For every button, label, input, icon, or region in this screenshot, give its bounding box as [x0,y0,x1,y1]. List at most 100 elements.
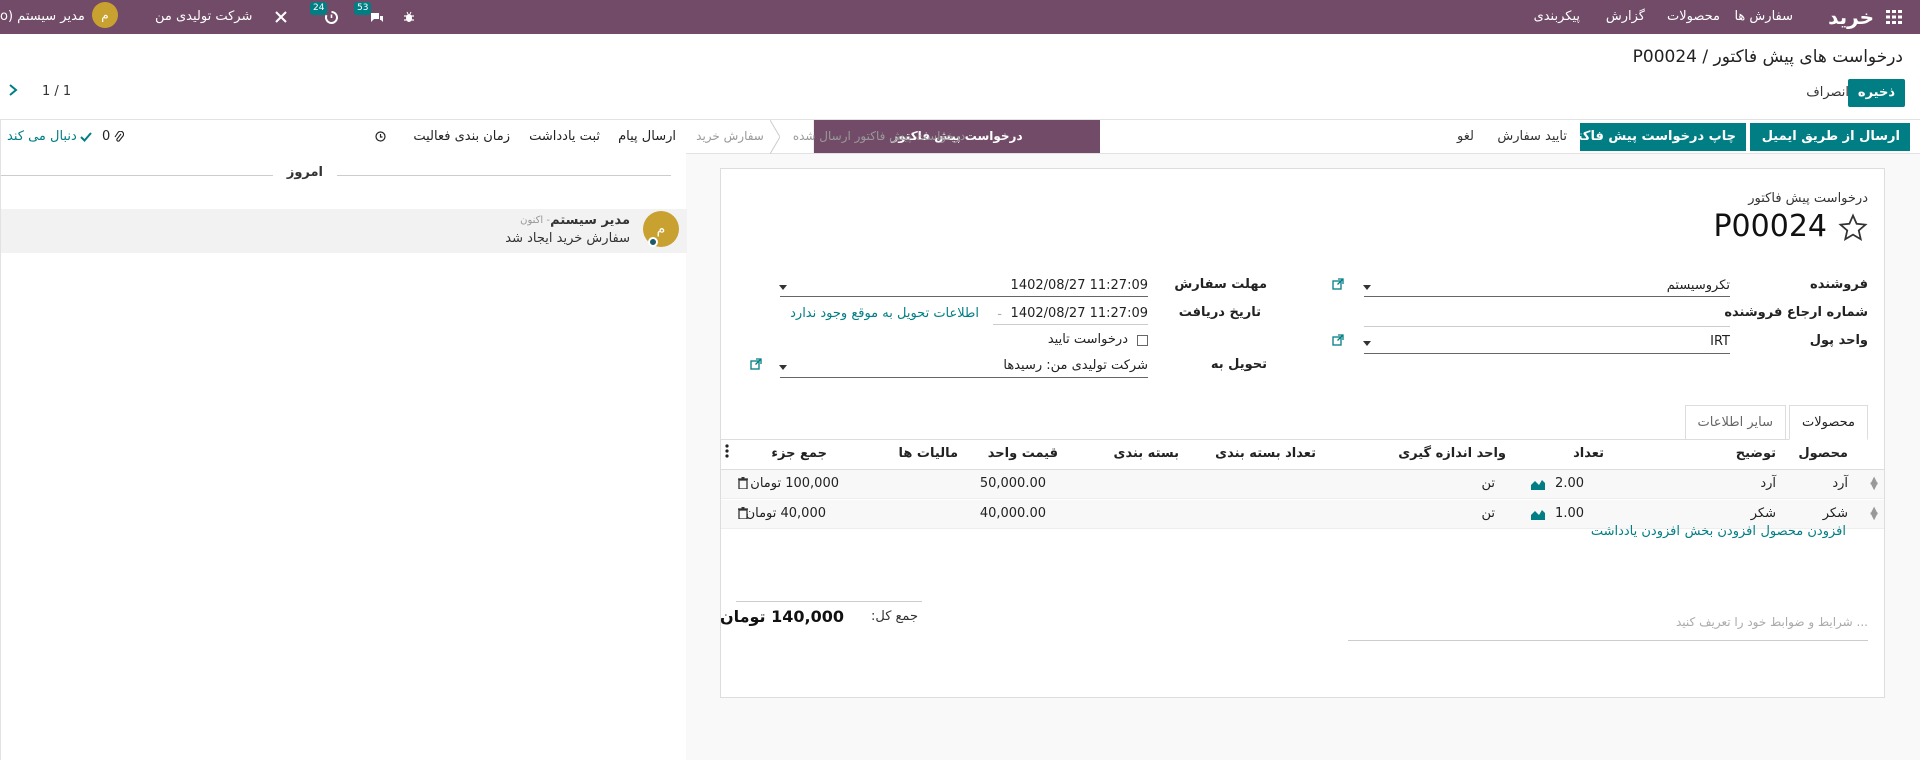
star-icon[interactable] [1838,213,1868,247]
po-number: P00024 [1713,209,1827,244]
line-description[interactable]: آرد [1760,476,1776,491]
tab-other-info[interactable]: سایر اطلاعات [1684,405,1786,440]
stage-purchase-order[interactable]: سفارش خرید [690,120,770,153]
user-menu[interactable]: مدیر سیستم (o [0,0,85,34]
vendor-label: فروشنده [1810,277,1868,292]
line-product[interactable]: شکر [1823,506,1848,521]
line-quantity[interactable]: 2.00 [1555,476,1584,491]
chevron-right-icon[interactable] [8,82,18,101]
breadcrumb[interactable]: درخواست های پیش فاکتور / P00024 [1633,47,1903,67]
date-separator: امروز [272,165,337,180]
apps-menu-icon[interactable] [1886,0,1902,34]
deliver-to-external-link-icon[interactable] [750,358,762,373]
drag-handle-icon[interactable]: ▲ ▼ [1870,476,1878,492]
menu-orders[interactable]: سفارش ها [1734,0,1793,34]
bug-icon[interactable] [398,0,420,34]
tab-products[interactable]: محصولات [1789,405,1868,440]
schedule-activity-button[interactable]: زمان بندی فعالیت [413,129,510,144]
trash-icon[interactable] [738,477,748,493]
column-options-icon[interactable] [725,444,729,462]
receipt-dash: - [997,307,1002,322]
form-sheet: درخواست پیش فاکتور P00024 فروشنده تکروسی… [720,168,1885,698]
message-author[interactable]: مدیر سیستم [550,213,630,228]
col-packaging-qty[interactable]: تعداد بسته بندی [1215,446,1316,461]
log-note-button[interactable]: ثبت یادداشت [529,129,600,144]
drag-handle-icon[interactable]: ▲ ▼ [1870,506,1878,522]
confirmation-checkbox[interactable] [1137,335,1148,346]
vendor-reference-input[interactable] [1364,326,1730,327]
tools-icon[interactable] [270,0,292,34]
clock-icon [375,131,386,146]
deliver-to-label: تحویل به [1210,357,1267,372]
col-uom[interactable]: واحد اندازه گیری [1398,446,1506,461]
col-description[interactable]: توضیح [1736,446,1776,461]
cancel-button[interactable]: لغو [1447,123,1484,151]
line-uom[interactable]: تن [1481,476,1495,491]
pager-value[interactable]: 1 / 1 [42,84,71,99]
currency-external-link-icon[interactable] [1332,334,1344,349]
line-quantity[interactable]: 1.00 [1555,506,1584,521]
order-deadline-field[interactable]: 1402/08/27 11:27:09 [1011,278,1148,293]
paperclip-icon[interactable] [114,130,125,147]
line-subtotal: 100,000 تومان [750,476,839,491]
add-note-link[interactable]: افزودن یادداشت [1591,524,1680,539]
check-icon [80,131,92,146]
vendor-external-link-icon[interactable] [1332,278,1344,293]
total-label: جمع کل: [870,609,918,624]
attachments-count[interactable]: 0 [102,129,110,144]
col-packaging[interactable]: بسته بندی [1114,446,1179,461]
forecast-graph-icon[interactable] [1531,509,1545,524]
terms-placeholder: ... شرایط و ضوابط خود را تعریف کنید [1676,615,1868,629]
print-rfq-button[interactable]: چاپ درخواست پیش فاکتور [1562,123,1746,151]
top-navbar: خرید سفارش ها محصولات گزارش پیکربندی 53 … [0,0,1920,34]
forecast-graph-icon[interactable] [1531,479,1545,494]
add-product-link[interactable]: افزودن محصول [1760,524,1846,539]
line-unit-price[interactable]: 40,000.00 [980,506,1046,521]
messages-badge: 53 [354,2,372,15]
deliver-to-field[interactable]: شرکت تولیدی من: رسیدها [1003,358,1148,373]
confirm-order-button[interactable]: تایید سفارش [1487,123,1577,151]
receipt-date-field[interactable]: 1402/08/27 11:27:09 [1011,306,1148,321]
line-unit-price[interactable]: 50,000.00 [980,476,1046,491]
menu-reporting[interactable]: گزارش [1606,0,1645,34]
vendor-dropdown-icon[interactable] [1363,285,1371,290]
line-product[interactable]: آرد [1832,476,1848,491]
currency-dropdown-icon[interactable] [1363,341,1371,346]
col-subtotal[interactable]: جمع جزء [771,446,827,461]
stage-separator-icon [770,120,780,154]
activities-badge: 24 [310,2,328,15]
line-description[interactable]: شکر [1751,506,1776,521]
confirmation-label: درخواست تایید [1047,332,1128,347]
user-avatar[interactable]: م [92,2,118,28]
vendor-field[interactable]: تکروسیستم [1667,278,1730,293]
order-lines-header: محصول توضیح تعداد واحد اندازه گیری تعداد… [721,440,1884,470]
app-brand[interactable]: خرید [1828,0,1874,34]
company-switcher[interactable]: شرکت تولیدی من [155,0,252,34]
add-section-link[interactable]: افزودن بخش [1685,524,1756,539]
terms-input[interactable]: ... شرایط و ضوابط خود را تعریف کنید [1348,609,1868,641]
col-unit-price[interactable]: قیمت واحد [988,446,1058,461]
stage-rfq-sent[interactable]: درخواست پیش فاکتور ارسال شده [778,120,980,153]
discard-button[interactable]: انصراف [1806,79,1849,107]
table-row[interactable]: ▲ ▼ آرد آرد 2.00 تن 50,000.00 100,000 توم… [721,470,1884,499]
col-quantity[interactable]: تعداد [1573,446,1604,461]
following-button[interactable]: دنبال می کند [7,129,77,144]
menu-configuration[interactable]: پیکربندی [1534,0,1580,34]
save-button[interactable]: ذخیره [1847,79,1905,107]
send-message-button[interactable]: ارسال پیام [618,129,676,144]
col-product[interactable]: محصول [1798,446,1848,461]
line-subtotal: 40,000 تومان [745,506,826,521]
online-status-icon [648,237,658,247]
trash-icon[interactable] [738,507,748,523]
col-taxes[interactable]: مالیات ها [899,446,958,461]
deliver-to-dropdown-icon[interactable] [779,365,787,370]
chatter-message: م مدیر سیستم - اکنون سفارش خرید ایجاد شد [1,209,687,253]
send-by-email-button[interactable]: ارسال از طریق ایمیل [1750,123,1910,151]
line-uom[interactable]: تن [1481,506,1495,521]
deadline-dropdown-icon[interactable] [779,285,787,290]
currency-label: واحد پول [1809,333,1868,348]
total-value: 140,000 تومان [719,607,844,626]
control-panel: درخواست های پیش فاکتور / P00024 ذخیره ان… [0,34,1920,120]
menu-products[interactable]: محصولات [1667,0,1720,34]
currency-field[interactable]: IRT [1710,334,1730,349]
